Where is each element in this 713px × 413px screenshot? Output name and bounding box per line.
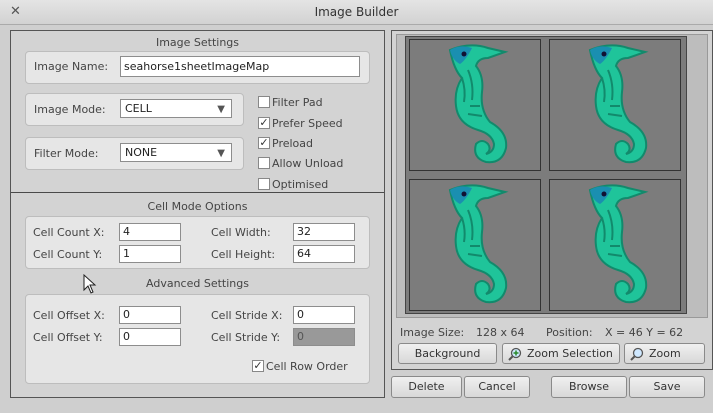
image-name-input[interactable]: seahorse1sheetImageMap <box>120 56 360 77</box>
sprite-cell[interactable] <box>549 179 681 311</box>
image-settings-title: Image Settings <box>155 36 240 49</box>
sprite-cell[interactable] <box>549 39 681 171</box>
filter-pad-label: Filter Pad <box>272 96 323 109</box>
image-name-label: Image Name: <box>34 60 109 73</box>
save-button[interactable]: Save <box>629 376 705 398</box>
filter-mode-value: NONE <box>125 146 158 159</box>
optimised-checkbox[interactable] <box>258 178 270 190</box>
close-icon[interactable]: ✕ <box>10 4 21 19</box>
cell-offset-x-label: Cell Offset X: <box>33 309 105 322</box>
seahorse-icon <box>449 184 508 304</box>
browse-label: Browse <box>568 380 610 393</box>
cell-mode-title: Cell Mode Options <box>147 200 248 213</box>
cell-count-y-label: Cell Count Y: <box>33 248 103 261</box>
prefer-speed-checkbox[interactable]: ✓ <box>258 117 270 129</box>
seahorse-icon <box>589 44 648 164</box>
cell-stride-y-label: Cell Stride Y: <box>211 331 281 344</box>
chevron-down-icon: ▼ <box>217 148 225 159</box>
position-value: X = 46 Y = 62 <box>605 326 684 339</box>
zoom-label: Zoom <box>649 347 681 360</box>
cancel-label: Cancel <box>478 380 516 393</box>
cell-row-order-label: Cell Row Order <box>266 360 348 373</box>
delete-label: Delete <box>408 380 445 393</box>
preload-label: Preload <box>272 137 313 150</box>
position-label: Position: <box>546 326 593 339</box>
background-button-label: Background <box>414 347 481 360</box>
filter-pad-checkbox[interactable] <box>258 96 270 108</box>
image-mode-value: CELL <box>125 102 152 115</box>
cell-width-input[interactable]: 32 <box>293 223 355 241</box>
cell-stride-x-input[interactable]: 0 <box>293 306 355 324</box>
optimised-label: Optimised <box>272 178 329 191</box>
cancel-button[interactable]: Cancel <box>464 376 530 398</box>
cell-width-label: Cell Width: <box>211 226 271 239</box>
cell-count-y-input[interactable]: 1 <box>119 245 181 263</box>
allow-unload-checkbox[interactable] <box>258 157 270 169</box>
preload-checkbox[interactable]: ✓ <box>258 137 270 149</box>
cell-row-order-checkbox[interactable]: ✓ <box>252 360 264 372</box>
cell-stride-x-label: Cell Stride X: <box>211 309 283 322</box>
filter-mode-label: Filter Mode: <box>34 147 99 160</box>
mouse-cursor-icon <box>83 274 97 294</box>
image-mode-select[interactable]: CELL ▼ <box>120 99 232 118</box>
cell-offset-x-input[interactable]: 0 <box>119 306 181 324</box>
divider <box>11 192 384 193</box>
background-button[interactable]: Background <box>398 343 497 364</box>
save-label: Save <box>653 380 681 393</box>
seahorse-icon <box>449 44 508 164</box>
advanced-settings-title: Advanced Settings <box>146 277 249 290</box>
sprite-sheet-image[interactable] <box>405 36 687 314</box>
image-mode-label: Image Mode: <box>34 103 106 116</box>
window-title: Image Builder <box>314 5 399 19</box>
image-size-value: 128 x 64 <box>476 326 525 339</box>
cell-offset-y-input[interactable]: 0 <box>119 328 181 346</box>
title-bar: Image Builder <box>0 0 713 25</box>
cell-offset-y-label: Cell Offset Y: <box>33 331 103 344</box>
zoom-button[interactable]: Zoom <box>624 343 705 364</box>
filter-mode-select[interactable]: NONE ▼ <box>120 143 232 162</box>
cell-height-input[interactable]: 64 <box>293 245 355 263</box>
sprite-cell[interactable] <box>409 179 541 311</box>
cell-count-x-input[interactable]: 4 <box>119 223 181 241</box>
sprite-cell[interactable] <box>409 39 541 171</box>
delete-button[interactable]: Delete <box>391 376 462 398</box>
cell-height-label: Cell Height: <box>211 248 276 261</box>
zoom-selection-label: Zoom Selection <box>527 347 613 360</box>
prefer-speed-label: Prefer Speed <box>272 117 343 130</box>
browse-button[interactable]: Browse <box>551 376 627 398</box>
seahorse-icon <box>589 184 648 304</box>
cell-count-x-label: Cell Count X: <box>33 226 105 239</box>
cell-stride-y-input: 0 <box>293 328 355 346</box>
chevron-down-icon: ▼ <box>217 104 225 115</box>
zoom-selection-button[interactable]: Zoom Selection <box>502 343 620 364</box>
image-size-label: Image Size: <box>400 326 465 339</box>
allow-unload-label: Allow Unload <box>272 157 344 170</box>
zoom-plus-icon <box>508 347 522 361</box>
magnifier-icon <box>630 347 644 361</box>
